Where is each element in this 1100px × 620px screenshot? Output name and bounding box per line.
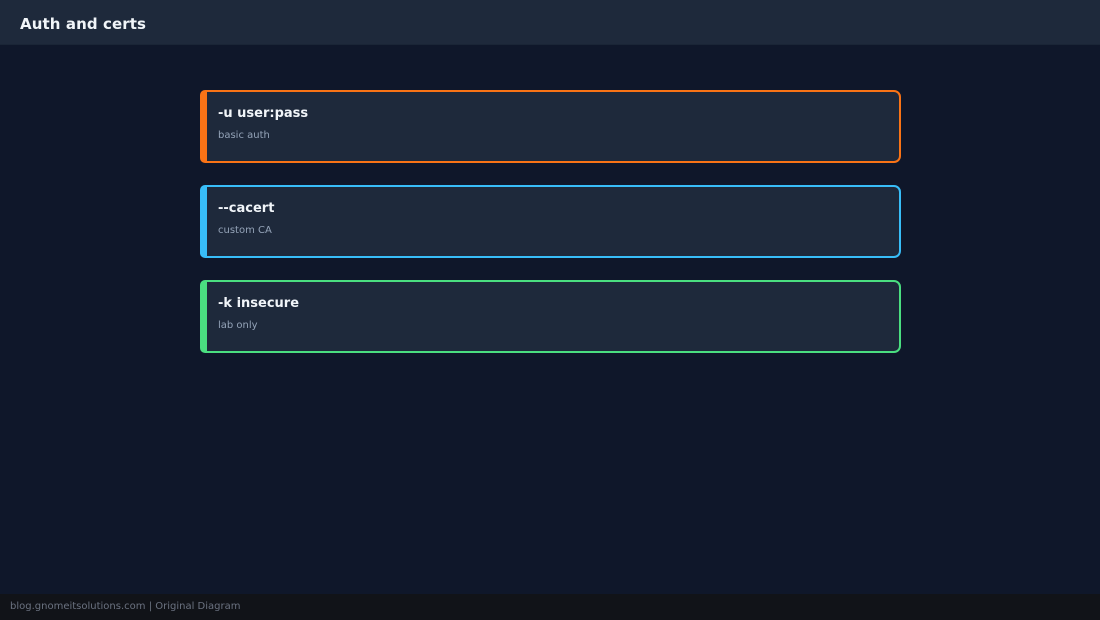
card-subtitle: basic auth <box>218 130 270 141</box>
card-cacert: --cacert custom CA <box>200 185 901 258</box>
card-subtitle: custom CA <box>218 225 272 236</box>
header-bar: Auth and certs <box>0 0 1100 45</box>
card-basic-auth: -u user:pass basic auth <box>200 90 901 163</box>
card-title: -u user:pass <box>218 106 309 121</box>
card-title: -k insecure <box>218 296 300 311</box>
card-subtitle: lab only <box>218 320 258 331</box>
footer-credit: blog.gnomeitsolutions.com | Original Dia… <box>10 601 241 612</box>
card-insecure: -k insecure lab only <box>200 280 901 353</box>
footer-bar: blog.gnomeitsolutions.com | Original Dia… <box>0 594 1100 620</box>
card-title: --cacert <box>218 201 275 216</box>
page-title: Auth and certs <box>20 15 147 33</box>
